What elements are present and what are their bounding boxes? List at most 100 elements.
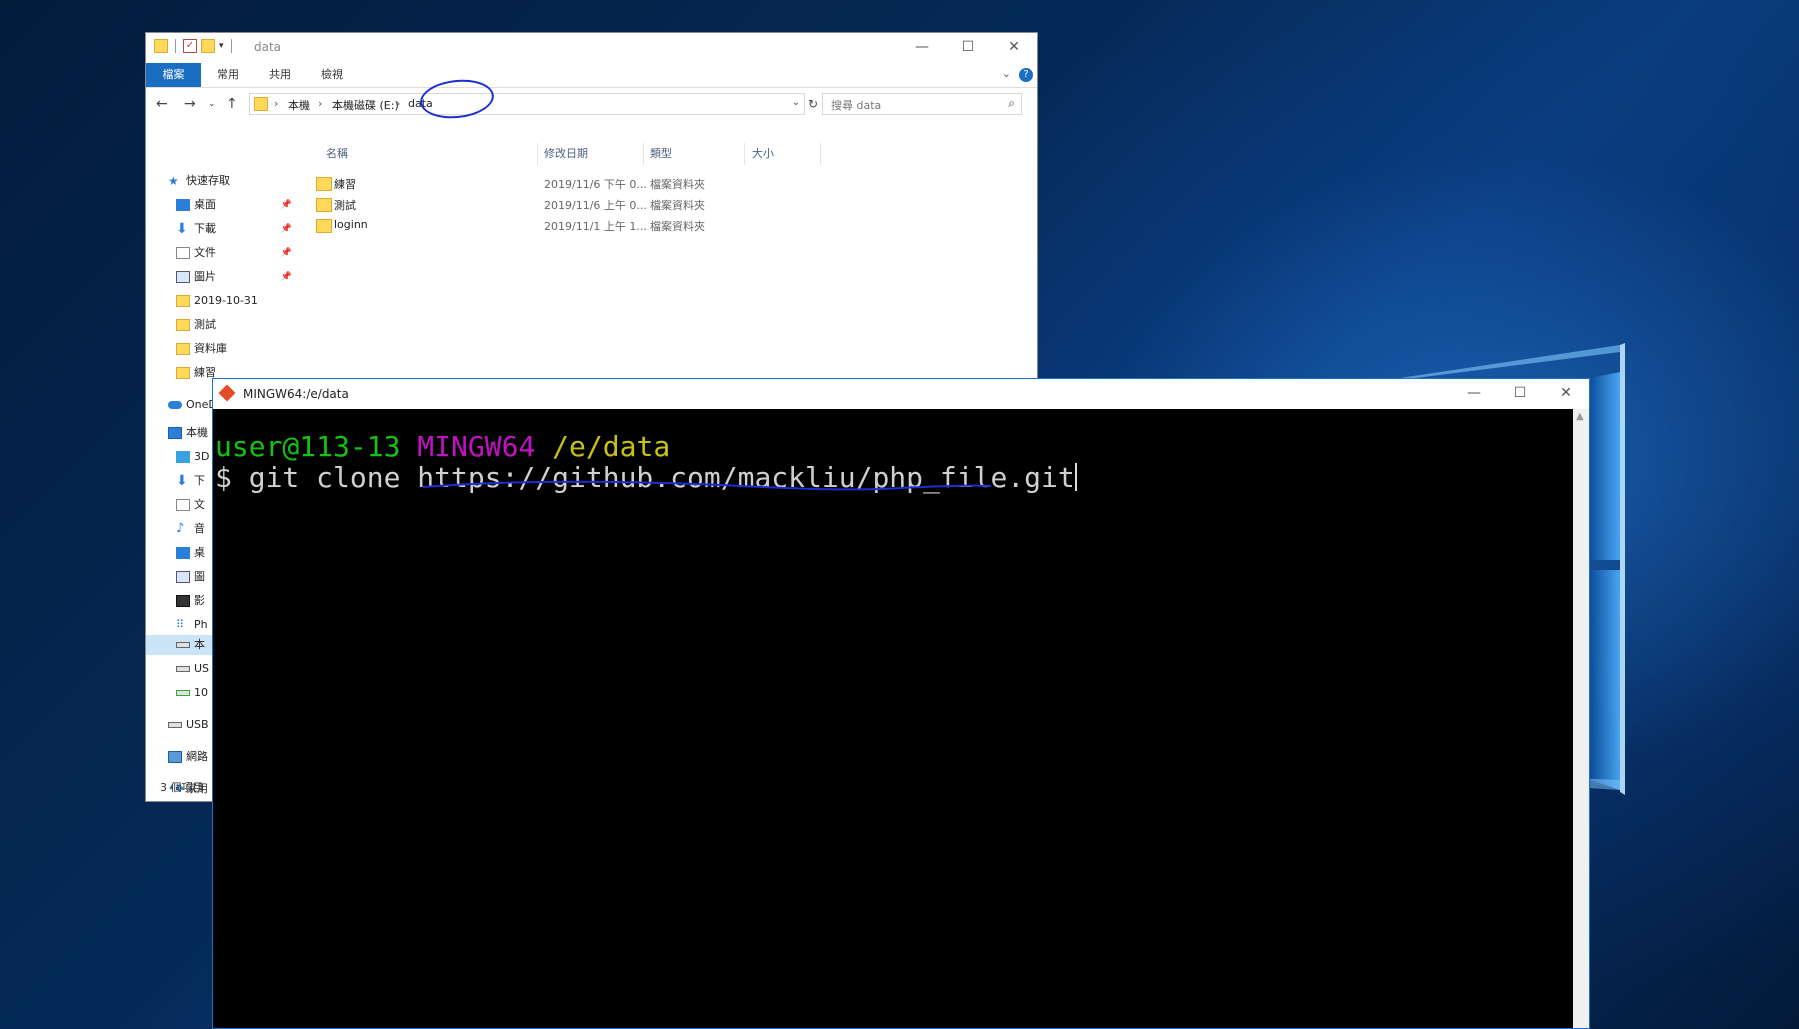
file-name: loginn bbox=[334, 218, 368, 231]
nav-label: 本 bbox=[194, 638, 205, 651]
file-row[interactable]: 練習 2019/11/6 下午 0... 檔案資料夾 bbox=[304, 173, 1037, 193]
tab-file[interactable]: 檔案 bbox=[146, 63, 201, 87]
divider bbox=[820, 143, 821, 165]
forward-arrow-icon[interactable]: → bbox=[184, 96, 196, 112]
hand-drawn-underline-annotation bbox=[422, 480, 992, 491]
tab-home[interactable]: 常用 bbox=[208, 63, 248, 87]
back-arrow-icon[interactable]: ← bbox=[156, 96, 168, 112]
usb-drive-icon bbox=[168, 722, 182, 728]
nav-label: Ph bbox=[194, 618, 208, 631]
terminal-titlebar: MINGW64:/e/data — ☐ ✕ bbox=[213, 379, 1589, 409]
close-button[interactable]: ✕ bbox=[991, 33, 1037, 63]
nav-pictures[interactable]: 圖片 📌 bbox=[176, 267, 296, 287]
minimize-button[interactable]: — bbox=[899, 33, 945, 63]
breadcrumb-drive-e[interactable]: 本機磁碟 (E:) bbox=[332, 97, 399, 113]
search-icon[interactable]: ⌕ bbox=[1008, 96, 1015, 111]
nav-videos[interactable]: 影 bbox=[176, 591, 205, 611]
download-arrow-icon: ⬇ bbox=[176, 473, 188, 489]
breadcrumb-separator-icon[interactable]: › bbox=[274, 97, 278, 110]
pin-icon: 📌 bbox=[280, 200, 292, 210]
file-type: 檔案資料夾 bbox=[650, 178, 705, 191]
git-bash-terminal-window: MINGW64:/e/data — ☐ ✕ user@113-13 MINGW6… bbox=[212, 378, 1590, 1029]
nav-network[interactable]: 網路 bbox=[168, 747, 208, 767]
folder-icon bbox=[176, 367, 190, 379]
minimize-button[interactable]: — bbox=[1451, 379, 1497, 409]
address-bar[interactable]: › 本機 › 本機磁碟 (E:) › data ⌄ bbox=[249, 93, 805, 115]
expand-ribbon-icon[interactable]: ⌄ bbox=[1002, 67, 1011, 80]
nav-label: 10 bbox=[194, 686, 208, 699]
nav-pc-documents[interactable]: 文 bbox=[176, 495, 205, 515]
navigation-bar: ← → ⌄ ↑ › 本機 › 本機磁碟 (E:) › data ⌄ ↻ 搜尋 d… bbox=[146, 88, 1037, 120]
properties-icon[interactable]: ✓ bbox=[183, 39, 197, 53]
nav-3d-objects[interactable]: 3D bbox=[176, 447, 209, 467]
nav-folder-practice[interactable]: 練習 bbox=[176, 363, 216, 383]
tab-view[interactable]: 檢視 bbox=[312, 63, 352, 87]
network-drive-icon bbox=[176, 690, 190, 696]
new-folder-icon[interactable] bbox=[201, 39, 215, 53]
nav-quick-access[interactable]: ★ 快速存取 bbox=[168, 171, 230, 191]
file-date: 2019/11/6 上午 0... bbox=[544, 199, 647, 212]
file-row[interactable]: loginn 2019/11/1 上午 1... 檔案資料夾 bbox=[304, 215, 1037, 235]
help-icon[interactable]: ? bbox=[1019, 68, 1033, 82]
divider bbox=[643, 143, 644, 165]
refresh-icon[interactable]: ↻ bbox=[808, 97, 818, 111]
download-arrow-icon: ⬇ bbox=[176, 221, 188, 237]
ribbon-tabs: 檔案 常用 共用 檢視 ⌄ ? bbox=[146, 63, 1037, 88]
prompt-line: user@113-13 MINGW64 /e/data bbox=[215, 431, 670, 462]
nav-local-disk[interactable]: 本 bbox=[176, 635, 205, 655]
terminal-scrollbar[interactable]: ▲ bbox=[1573, 409, 1589, 1028]
scroll-up-icon[interactable]: ▲ bbox=[1576, 411, 1584, 422]
column-header-size[interactable]: 大小 bbox=[752, 145, 774, 161]
drive-icon bbox=[176, 642, 190, 648]
tab-share[interactable]: 共用 bbox=[260, 63, 300, 87]
network-icon bbox=[168, 751, 182, 763]
divider bbox=[230, 39, 232, 53]
file-date: 2019/11/6 下午 0... bbox=[544, 178, 647, 191]
close-button[interactable]: ✕ bbox=[1543, 379, 1589, 409]
folder-icon bbox=[316, 177, 332, 191]
terminal-output[interactable]: user@113-13 MINGW64 /e/data $ git clone … bbox=[213, 409, 1575, 1028]
breadcrumb-separator-icon[interactable]: › bbox=[318, 97, 322, 110]
breadcrumb-separator-icon[interactable]: › bbox=[396, 97, 400, 110]
folder-icon bbox=[316, 198, 332, 212]
music-note-icon: ♪ bbox=[176, 521, 185, 536]
nav-music[interactable]: ♪ 音 bbox=[176, 519, 205, 539]
recent-locations-icon[interactable]: ⌄ bbox=[208, 99, 216, 109]
maximize-button[interactable]: ☐ bbox=[1497, 379, 1543, 409]
document-icon bbox=[176, 499, 190, 511]
column-header-type[interactable]: 類型 bbox=[650, 145, 672, 161]
nav-pc-pictures[interactable]: 圖 bbox=[176, 567, 205, 587]
drive-icon bbox=[176, 666, 190, 672]
nav-phone[interactable]: ⠿ Ph bbox=[176, 615, 208, 635]
address-dropdown-icon[interactable]: ⌄ bbox=[792, 97, 800, 108]
computer-icon bbox=[168, 427, 182, 439]
nav-pc-desktop[interactable]: 桌 bbox=[176, 543, 205, 563]
pin-icon: 📌 bbox=[280, 224, 292, 234]
search-box[interactable]: 搜尋 data ⌕ bbox=[822, 93, 1022, 115]
nav-this-pc[interactable]: 本機 bbox=[168, 423, 208, 443]
file-date: 2019/11/1 上午 1... bbox=[544, 220, 647, 233]
folder-icon bbox=[154, 39, 168, 53]
file-row[interactable]: 測試 2019/11/6 上午 0... 檔案資料夾 bbox=[304, 194, 1037, 214]
nav-usb[interactable]: USB bbox=[168, 715, 209, 735]
folder-icon bbox=[176, 343, 190, 355]
up-arrow-icon[interactable]: ↑ bbox=[226, 96, 238, 112]
nav-folder-database[interactable]: 資料庫 bbox=[176, 339, 227, 359]
nav-network-drive[interactable]: 10 bbox=[176, 683, 208, 703]
nav-folder-test[interactable]: 測試 bbox=[176, 315, 216, 335]
maximize-button[interactable]: ☐ bbox=[945, 33, 991, 63]
nav-label: 測試 bbox=[194, 318, 216, 331]
nav-documents[interactable]: 文件 📌 bbox=[176, 243, 296, 263]
customize-toolbar-icon[interactable]: ▾ bbox=[219, 41, 224, 51]
column-header-date[interactable]: 修改日期 bbox=[544, 145, 588, 161]
file-type: 檔案資料夾 bbox=[650, 199, 705, 212]
nav-folder-2019-10-31[interactable]: 2019-10-31 bbox=[176, 291, 258, 311]
nav-usb-drive[interactable]: US bbox=[176, 659, 209, 679]
nav-desktop[interactable]: 桌面 📌 bbox=[176, 195, 296, 215]
nav-downloads[interactable]: ⬇ 下載 📌 bbox=[176, 219, 296, 239]
divider bbox=[537, 143, 538, 165]
nav-label: 文 bbox=[194, 498, 205, 511]
column-header-name[interactable]: 名稱 bbox=[326, 145, 348, 161]
breadcrumb-this-pc[interactable]: 本機 bbox=[288, 97, 310, 113]
nav-pc-downloads[interactable]: ⬇ 下 bbox=[176, 471, 205, 491]
